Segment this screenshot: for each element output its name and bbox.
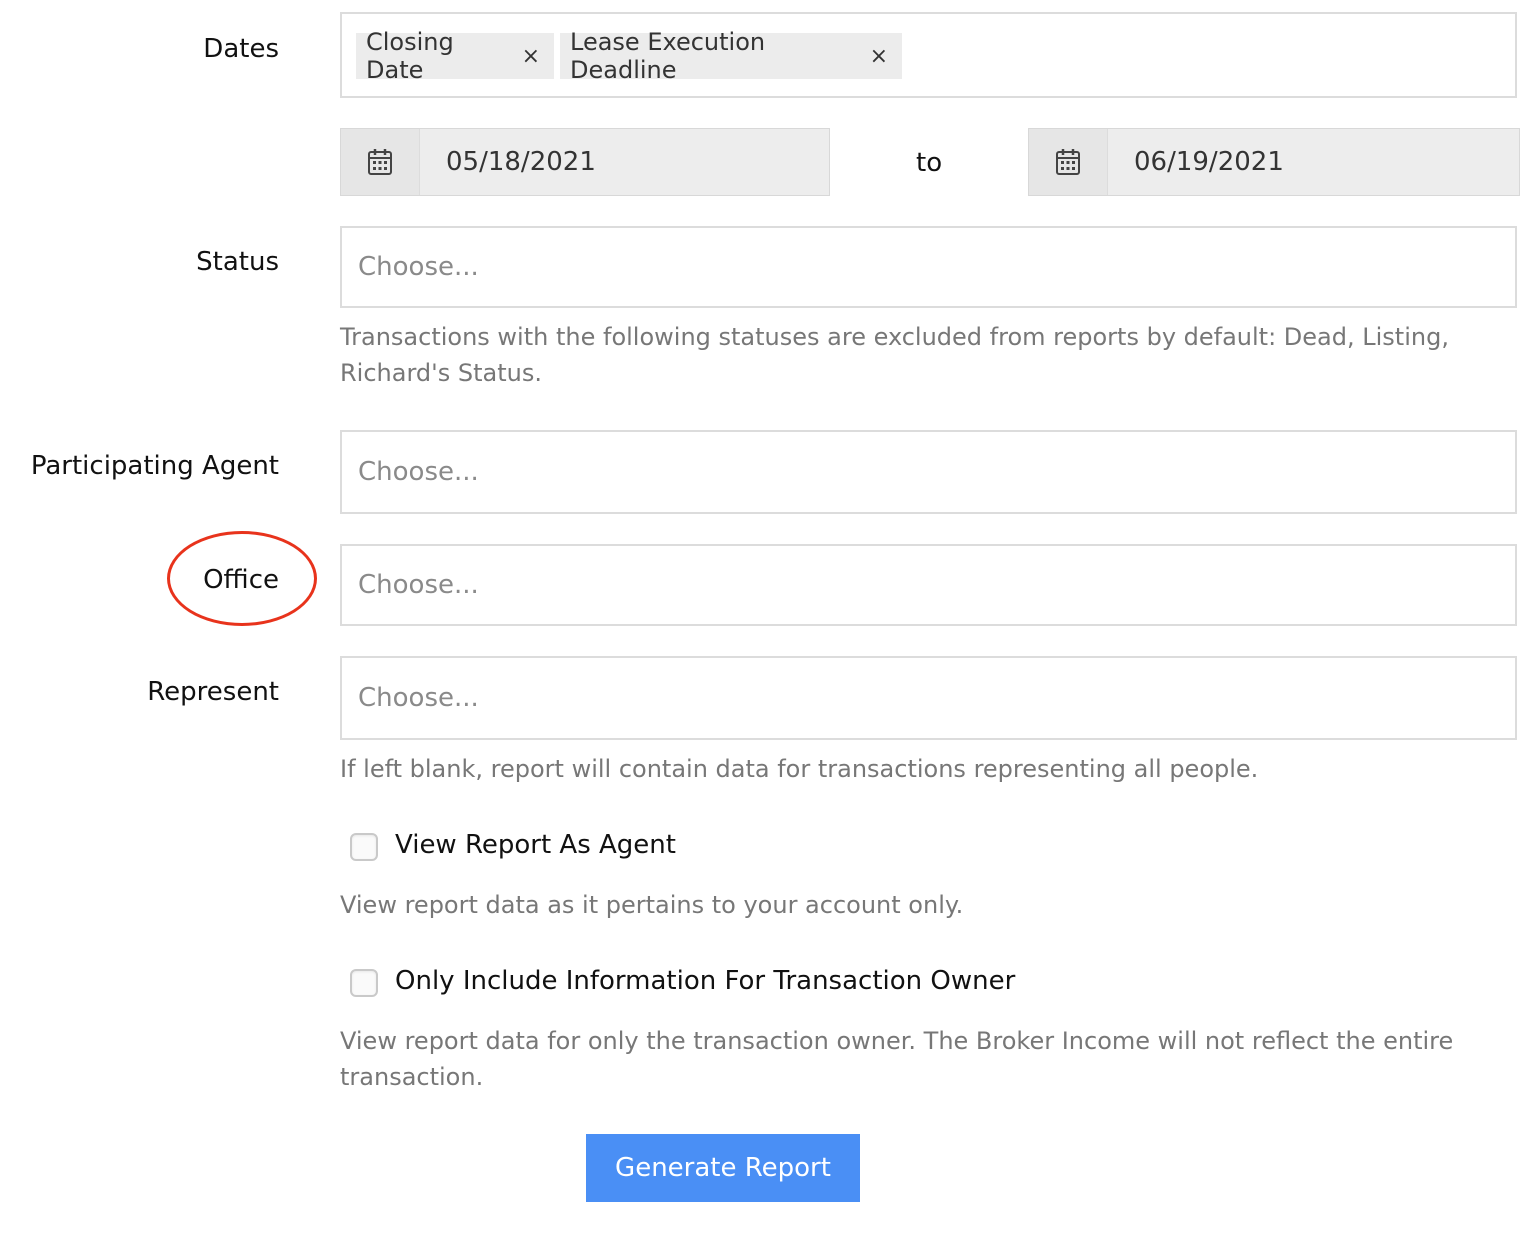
- office-label: Office: [203, 565, 279, 595]
- close-icon[interactable]: ×: [870, 44, 888, 69]
- represent-label: Represent: [147, 677, 279, 707]
- owner-only-checkbox[interactable]: [350, 969, 378, 997]
- view-as-agent-help-text: View report data as it pertains to your …: [340, 891, 964, 919]
- dates-type-multiselect[interactable]: Closing Date × Lease Execution Deadline …: [340, 12, 1517, 98]
- chip-closing-date: Closing Date ×: [356, 28, 554, 84]
- end-date-value: 06/19/2021: [1134, 147, 1284, 177]
- owner-only-label[interactable]: Only Include Information For Transaction…: [395, 966, 1015, 996]
- calendar-icon[interactable]: [1029, 129, 1108, 195]
- chip-label: Closing Date: [366, 28, 454, 84]
- start-date-field[interactable]: 05/18/2021: [340, 128, 830, 196]
- view-as-agent-checkbox[interactable]: [350, 833, 378, 861]
- chip-label: Lease Execution Deadline: [570, 28, 766, 84]
- start-date-value: 05/18/2021: [446, 147, 596, 177]
- status-select[interactable]: Choose...: [340, 226, 1517, 308]
- participating-agent-label: Participating Agent: [30, 451, 279, 481]
- generate-report-button[interactable]: Generate Report: [586, 1134, 860, 1202]
- represent-placeholder: Choose...: [358, 683, 479, 713]
- participating-agent-select[interactable]: Choose...: [340, 430, 1517, 514]
- represent-help-text: If left blank, report will contain data …: [340, 755, 1259, 783]
- office-placeholder: Choose...: [358, 570, 479, 600]
- participating-agent-placeholder: Choose...: [358, 457, 479, 487]
- owner-only-help-text: View report data for only the transactio…: [340, 1027, 1454, 1091]
- chip-lease-execution-deadline: Lease Execution Deadline ×: [560, 28, 902, 84]
- dates-label: Dates: [203, 34, 279, 64]
- end-date-field[interactable]: 06/19/2021: [1028, 128, 1520, 196]
- represent-select[interactable]: Choose...: [340, 656, 1517, 740]
- status-help-text: Transactions with the following statuses…: [340, 323, 1449, 387]
- status-label: Status: [196, 247, 279, 277]
- view-as-agent-label[interactable]: View Report As Agent: [395, 830, 676, 860]
- office-select[interactable]: Choose...: [340, 544, 1517, 626]
- status-placeholder: Choose...: [358, 252, 479, 282]
- date-range-separator: to: [916, 148, 943, 178]
- calendar-icon[interactable]: [341, 129, 420, 195]
- close-icon[interactable]: ×: [522, 44, 540, 69]
